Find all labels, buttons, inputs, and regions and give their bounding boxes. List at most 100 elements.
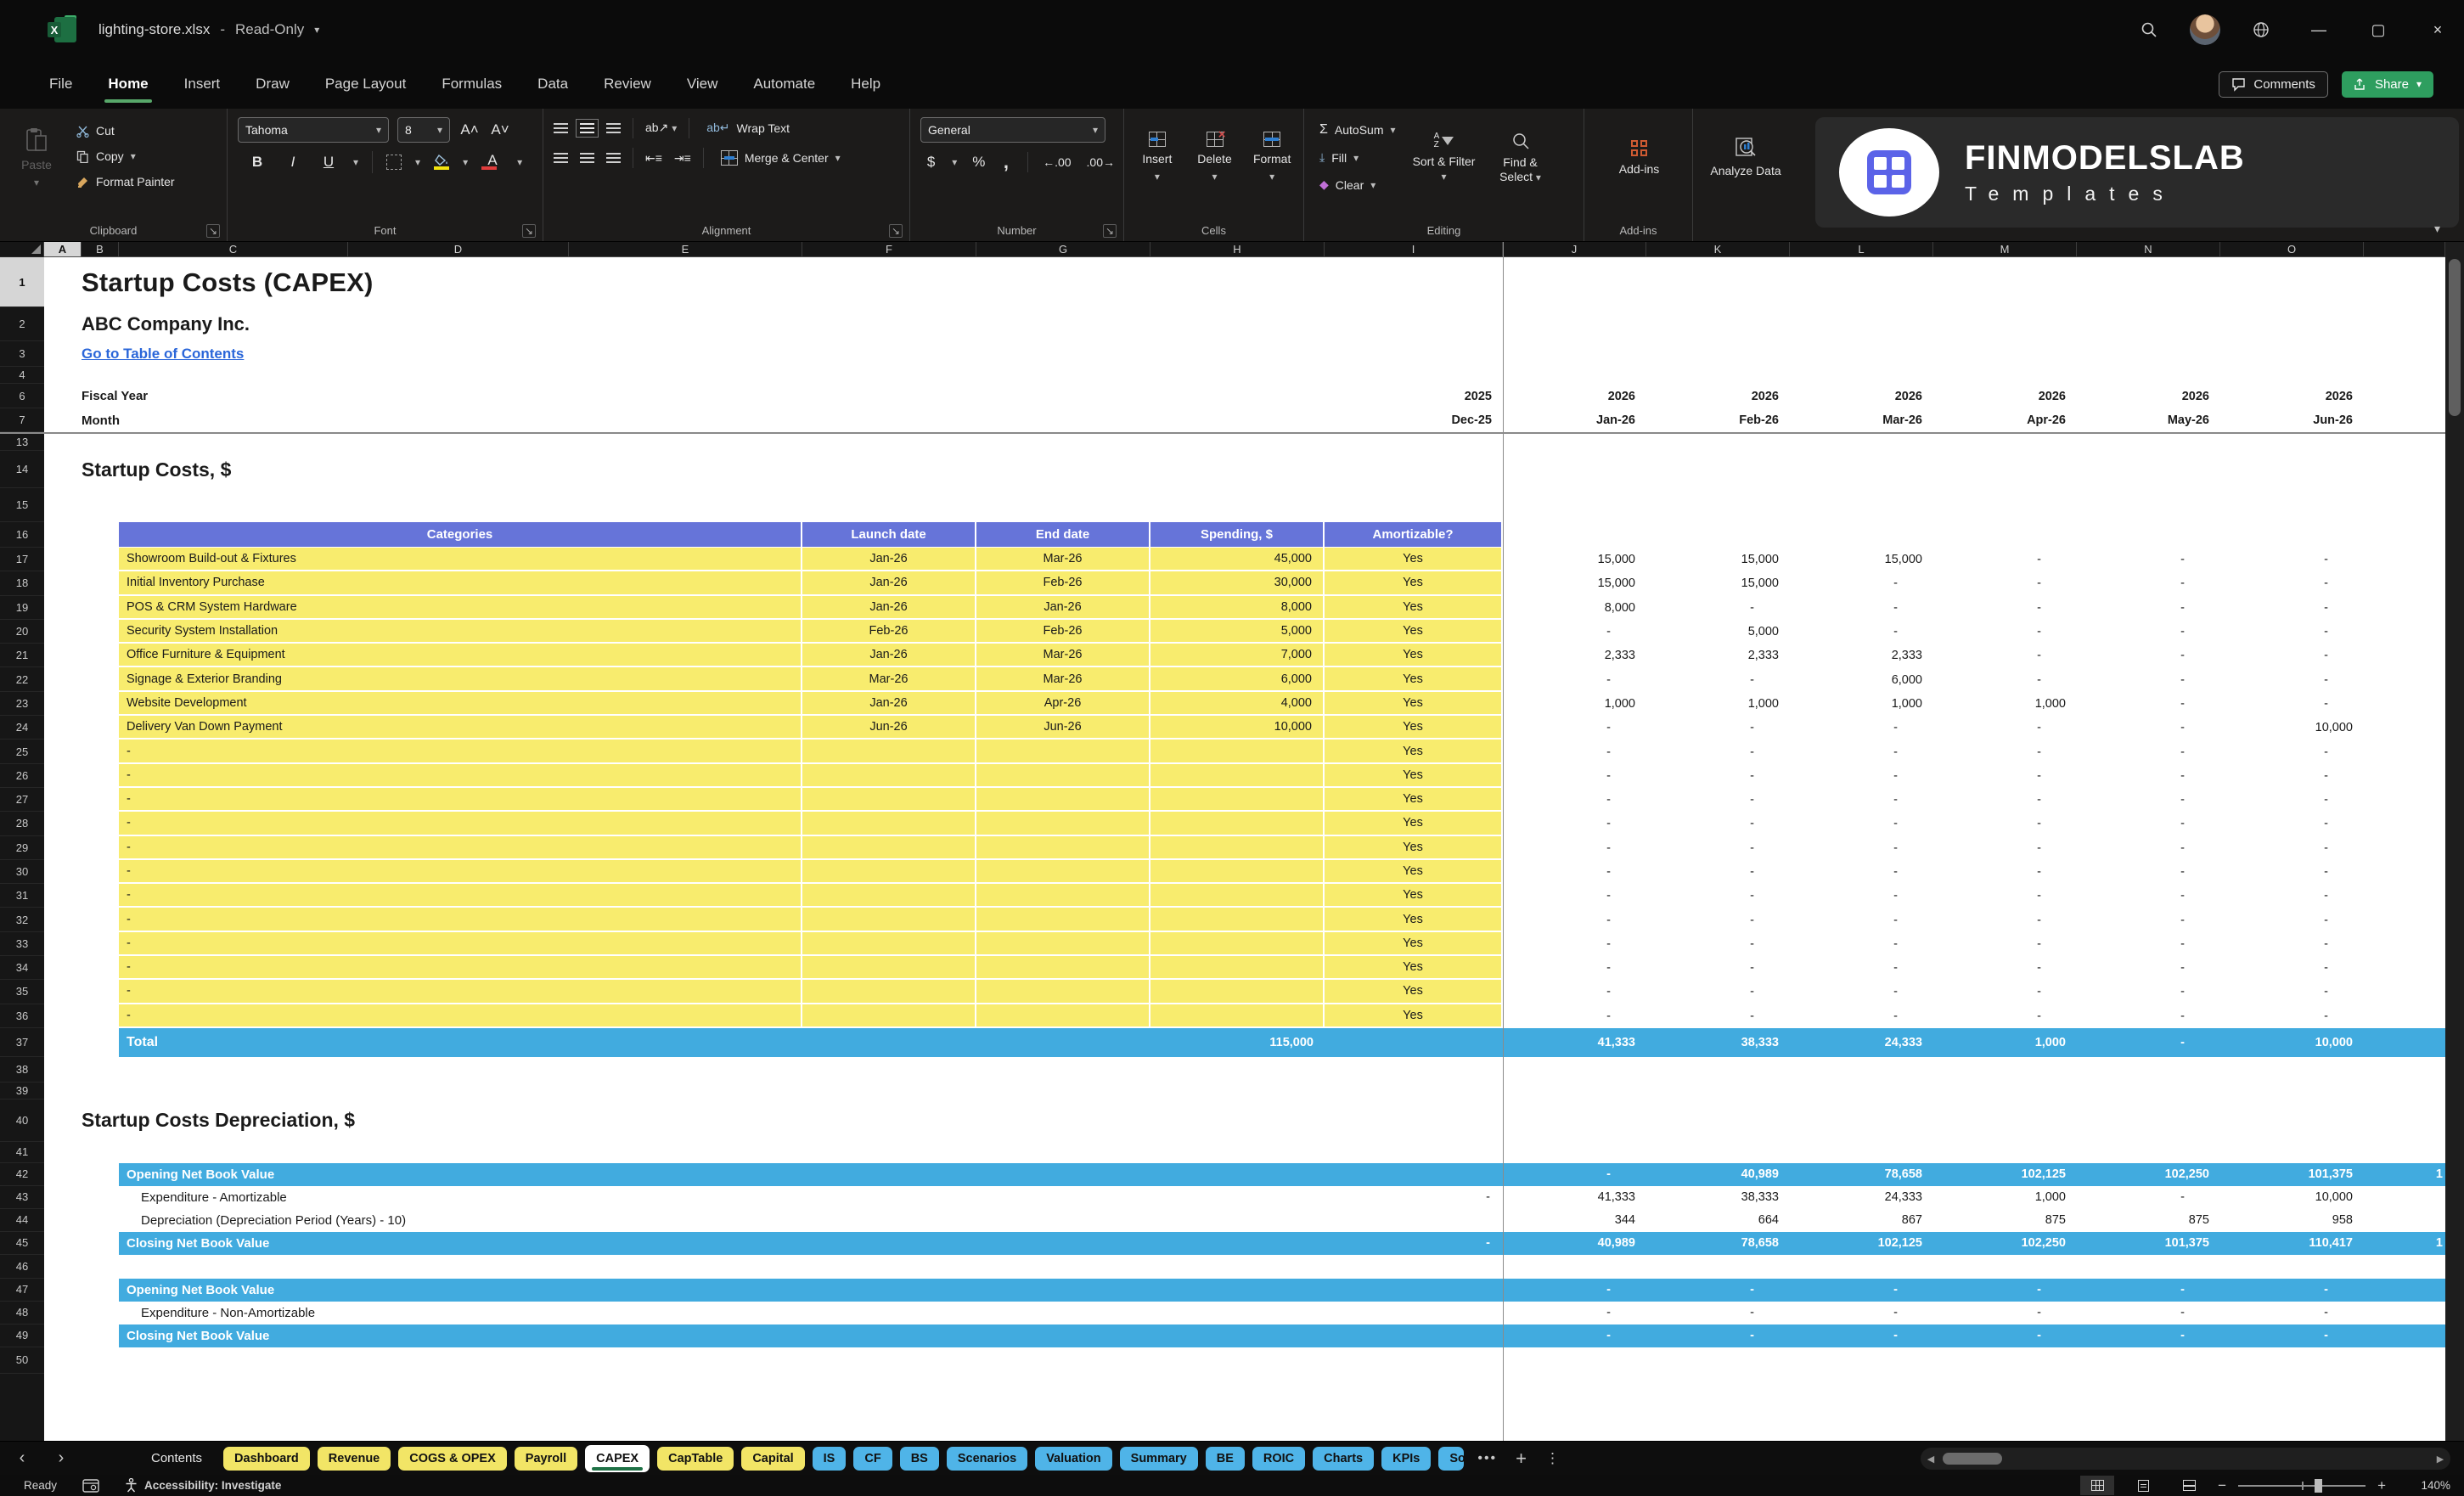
cell-month-value[interactable]: - <box>1790 788 1933 812</box>
sheet-tab-bs[interactable]: BS <box>899 1446 939 1471</box>
select-all-corner[interactable] <box>0 242 44 257</box>
normal-view-button[interactable] <box>2080 1476 2115 1495</box>
cell-month-value[interactable]: - <box>2220 836 2364 860</box>
cell-category[interactable]: - <box>119 884 802 908</box>
globe-icon[interactable] <box>2236 9 2286 50</box>
dep-value[interactable]: 10,000 <box>2220 1186 2364 1209</box>
cell-month-value[interactable]: - <box>1503 836 1646 860</box>
total-spending[interactable]: 115,000 <box>1150 1028 1325 1057</box>
month-value[interactable]: May-26 <box>2077 408 2220 432</box>
cell-end-date[interactable] <box>976 787 1150 813</box>
page-break-view-button[interactable] <box>2172 1476 2206 1495</box>
row-header-23[interactable]: 23 <box>0 692 44 717</box>
ribbon-tab-insert[interactable]: Insert <box>183 70 222 98</box>
cell-month-value[interactable]: - <box>1933 571 2077 595</box>
ribbon-tab-review[interactable]: Review <box>602 70 653 98</box>
clear-button[interactable]: ◆ Clear ▾ <box>1314 174 1401 195</box>
cell-launch-date[interactable] <box>802 884 976 908</box>
cell-category[interactable]: Office Furniture & Equipment <box>119 644 802 668</box>
cell-end-date[interactable] <box>976 740 1150 764</box>
cell-month-value[interactable]: 5,000 <box>1646 620 1790 644</box>
dep-value[interactable]: 875 <box>1933 1209 2077 1232</box>
cell-month-value[interactable]: - <box>1503 620 1646 644</box>
row-header-36[interactable]: 36 <box>0 1004 44 1028</box>
row-header-44[interactable]: 44 <box>0 1209 44 1232</box>
font-name-select[interactable]: Tahoma ▾ <box>238 117 389 143</box>
dep-value[interactable]: - <box>1790 1324 1933 1347</box>
cell-month-value[interactable]: - <box>1933 836 2077 860</box>
column-header-K[interactable]: K <box>1646 242 1790 256</box>
row-header-28[interactable]: 28 <box>0 812 44 836</box>
cell-month-value[interactable]: - <box>1503 812 1646 835</box>
cell-launch-date[interactable] <box>802 956 976 981</box>
row-header-1[interactable]: 1 <box>0 257 44 307</box>
dep-value[interactable]: - <box>1790 1302 1933 1324</box>
cell-month-value[interactable]: - <box>1503 740 1646 763</box>
row-header-42[interactable]: 42 <box>0 1163 44 1186</box>
row-header-17[interactable]: 17 <box>0 548 44 572</box>
fiscal-year-value[interactable]: 2026 <box>1933 384 2077 408</box>
cell-month-value[interactable]: - <box>1790 980 1933 1004</box>
cell-month-value[interactable]: - <box>1790 596 1933 620</box>
cell-month-value[interactable]: 15,000 <box>1646 571 1790 595</box>
bold-button[interactable]: B <box>246 154 268 171</box>
row-header-13[interactable]: 13 <box>0 434 44 451</box>
header-end-date[interactable]: End date <box>976 522 1150 548</box>
align-bottom-button[interactable] <box>606 122 621 133</box>
cell-month-value[interactable]: - <box>1933 764 2077 788</box>
cell-end-date[interactable] <box>976 1004 1150 1028</box>
column-header-partial[interactable] <box>2364 242 2445 256</box>
header-spending[interactable]: Spending, $ <box>1150 522 1325 548</box>
cell-amortizable[interactable]: Yes <box>1325 908 1503 932</box>
total-month-value[interactable]: 41,333 <box>1503 1028 1646 1057</box>
close-button[interactable]: × <box>2411 8 2464 52</box>
row-header-35[interactable]: 35 <box>0 980 44 1004</box>
cell-month-value[interactable]: - <box>1933 956 2077 980</box>
dep-value[interactable]: 102,125 <box>1790 1232 1933 1255</box>
cell-month-value[interactable]: - <box>2077 716 2220 740</box>
sheet-tab-revenue[interactable]: Revenue <box>317 1446 391 1471</box>
row-header-33[interactable]: 33 <box>0 932 44 957</box>
paste-button[interactable]: Paste ▾ <box>10 117 63 199</box>
decrease-indent-button[interactable]: ⇤≡ <box>645 151 662 166</box>
increase-indent-button[interactable]: ⇥≡ <box>674 151 691 166</box>
section-depreciation[interactable]: Startup Costs Depreciation, $ <box>82 1100 1503 1142</box>
cell-month-value[interactable]: - <box>1646 788 1790 812</box>
cell-launch-date[interactable] <box>802 763 976 788</box>
cell-end-date[interactable]: Apr-26 <box>976 691 1150 717</box>
cell-amortizable[interactable]: Yes <box>1325 1004 1503 1028</box>
opening-nbv-label[interactable]: Opening Net Book Value <box>119 1163 1325 1186</box>
cell-month-value[interactable]: 1,000 <box>1933 692 2077 716</box>
cell-launch-date[interactable]: Jun-26 <box>802 716 976 740</box>
sheet-tab-is[interactable]: IS <box>812 1446 847 1471</box>
zoom-in-button[interactable]: + <box>2377 1477 2386 1494</box>
row-header-6[interactable]: 6 <box>0 384 44 408</box>
format-painter-button[interactable]: Format Painter <box>71 172 180 192</box>
total-label[interactable]: Total <box>119 1028 802 1057</box>
cell-month-value[interactable]: - <box>1503 908 1646 931</box>
comma-style-button[interactable]: , <box>1000 151 1011 173</box>
dep-value[interactable]: 344 <box>1503 1209 1646 1232</box>
dep-value-clipped[interactable]: 1 <box>2364 1232 2445 1255</box>
orientation-button[interactable]: ab↗ ▾ <box>645 121 677 135</box>
sheet-nav-right-icon[interactable]: › <box>44 1448 78 1468</box>
sheet-tab-dashboard[interactable]: Dashboard <box>223 1446 310 1471</box>
cell-month-value[interactable]: - <box>1646 764 1790 788</box>
cell-month-value[interactable]: - <box>1790 884 1933 908</box>
cell-month-value[interactable]: - <box>2077 956 2220 980</box>
cell-month-value[interactable]: - <box>2077 908 2220 931</box>
cell-month-value[interactable]: - <box>1790 1004 1933 1028</box>
borders-icon[interactable] <box>386 155 402 170</box>
cell-category[interactable]: POS & CRM System Hardware <box>119 595 802 620</box>
cell-month-value[interactable]: - <box>1503 764 1646 788</box>
header-amortizable[interactable]: Amortizable? <box>1325 522 1503 548</box>
chevron-down-icon[interactable]: ▾ <box>314 24 319 36</box>
cell-month-value[interactable]: - <box>2077 932 2220 956</box>
cell-month-value[interactable]: 2,333 <box>1790 644 1933 667</box>
cell-launch-date[interactable] <box>802 740 976 764</box>
cell-category[interactable]: - <box>119 763 802 788</box>
row-header-41[interactable]: 41 <box>0 1142 44 1163</box>
cell-month-value[interactable]: - <box>2077 764 2220 788</box>
cell-month-value[interactable]: - <box>1503 980 1646 1004</box>
cell-amortizable[interactable]: Yes <box>1325 691 1503 717</box>
